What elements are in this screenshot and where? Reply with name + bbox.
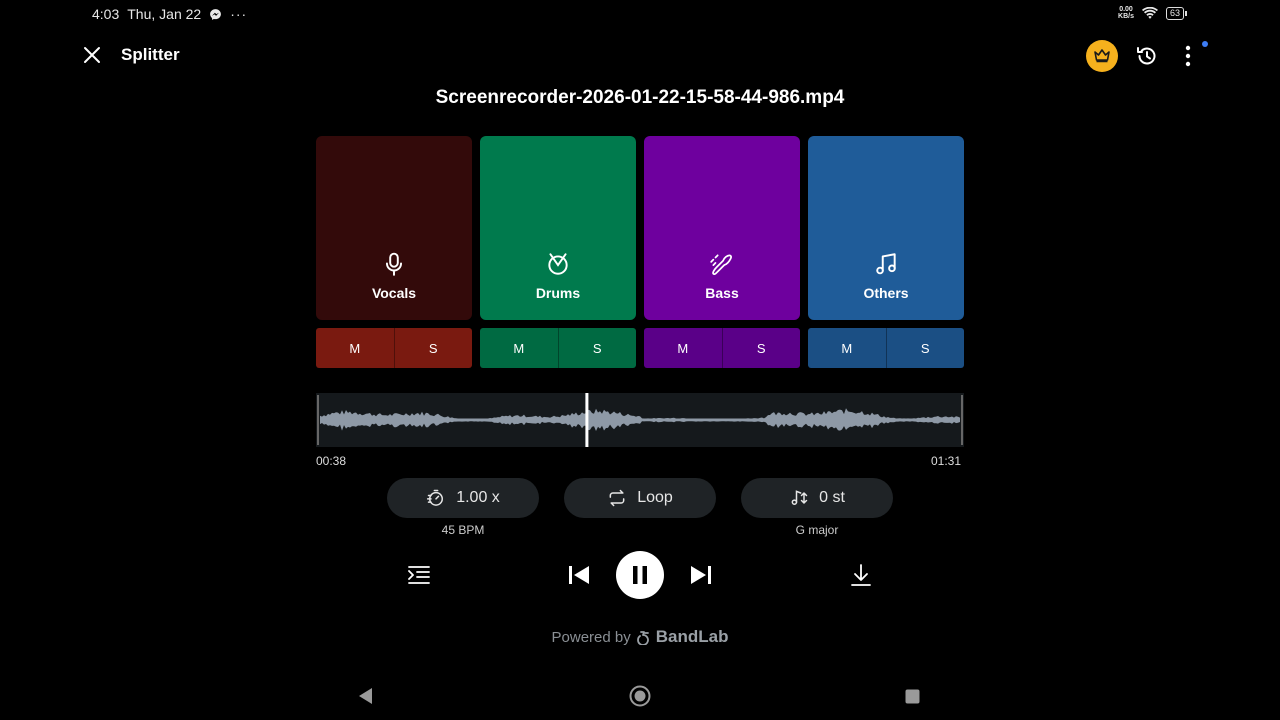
mute-button-drums[interactable]: M <box>480 328 558 368</box>
current-time: 00:38 <box>316 454 347 468</box>
premium-button[interactable] <box>1086 40 1118 72</box>
battery-icon: 63 <box>1165 6 1188 20</box>
home-circle-icon <box>629 685 651 707</box>
close-button[interactable] <box>80 43 104 67</box>
total-time: 01:31 <box>931 454 962 468</box>
messenger-icon <box>210 8 222 20</box>
pitch-button[interactable]: 0 st <box>741 478 893 518</box>
microphone-icon <box>385 252 403 276</box>
history-icon <box>1137 47 1156 65</box>
loop-icon <box>609 489 625 507</box>
waveform-path <box>320 408 960 431</box>
file-name: Screenrecorder-2026-01-22-15-58-44-986.m… <box>435 87 845 108</box>
mute-solo-vocals: M S <box>316 328 472 368</box>
mute-button-bass[interactable]: M <box>644 328 722 368</box>
guitar-icon <box>710 254 732 276</box>
net-speed: 0.00 KB/s <box>1118 6 1134 20</box>
mute-button-others[interactable]: M <box>808 328 886 368</box>
status-more: ··· <box>230 6 248 22</box>
status-bar-left: 4:03 Thu, Jan 22 ··· <box>92 6 247 22</box>
mute-solo-drums: M S <box>480 328 636 368</box>
stem-label: Bass <box>705 285 739 301</box>
history-button[interactable] <box>1133 42 1161 70</box>
skip-previous-icon <box>569 566 589 584</box>
loop-button[interactable]: Loop <box>564 478 716 518</box>
stem-card-drums[interactable]: Drums <box>480 136 636 320</box>
back-triangle-icon <box>359 688 372 704</box>
drum-icon <box>548 253 568 275</box>
status-bar-right: 0.00 KB/s 63 <box>1118 6 1188 20</box>
next-button[interactable] <box>687 561 715 589</box>
crown-icon <box>1094 49 1110 63</box>
pause-icon <box>633 566 647 584</box>
nav-recents-button[interactable] <box>905 689 920 709</box>
solo-button-drums[interactable]: S <box>557 328 637 368</box>
download-button[interactable] <box>847 561 875 589</box>
key-label: G major <box>795 523 839 537</box>
waveform <box>317 393 963 447</box>
download-icon <box>851 564 871 586</box>
notification-dot <box>1202 41 1208 47</box>
stem-label: Drums <box>535 285 581 301</box>
speed-button[interactable]: 1.00 x <box>387 478 539 518</box>
wifi-icon <box>1141 6 1158 19</box>
stem-card-vocals[interactable]: Vocals <box>316 136 472 320</box>
solo-button-vocals[interactable]: S <box>393 328 473 368</box>
queue-button[interactable] <box>405 561 433 589</box>
stem-card-bass[interactable]: Bass <box>644 136 800 320</box>
app-title: Splitter <box>121 45 180 64</box>
nav-back-button[interactable] <box>357 687 373 710</box>
bpm-label: 45 BPM <box>441 523 485 537</box>
stem-label: Vocals <box>371 285 417 301</box>
list-indent-icon <box>408 566 430 584</box>
more-options-button[interactable] <box>1178 42 1198 70</box>
speed-timer-icon <box>427 489 444 506</box>
recents-square-icon <box>905 689 920 704</box>
waveform-scrubber[interactable] <box>316 393 964 447</box>
stem-label: Others <box>863 285 909 301</box>
bandlab-icon <box>636 631 649 645</box>
solo-button-bass[interactable]: S <box>721 328 801 368</box>
more-vertical-icon <box>1185 45 1191 67</box>
pitch-value: 0 st <box>819 489 845 506</box>
mute-solo-bass: M S <box>644 328 800 368</box>
skip-next-icon <box>691 566 711 584</box>
speed-value: 1.00 x <box>456 489 500 506</box>
mute-solo-others: M S <box>808 328 964 368</box>
playhead[interactable] <box>585 393 589 447</box>
pause-button[interactable] <box>616 551 664 599</box>
close-icon <box>84 47 100 63</box>
music-note-icon <box>876 253 896 275</box>
previous-button[interactable] <box>565 561 593 589</box>
loop-label: Loop <box>637 489 673 506</box>
status-date: Thu, Jan 22 <box>127 6 202 22</box>
solo-button-others[interactable]: S <box>885 328 965 368</box>
status-time: 4:03 <box>92 6 120 22</box>
mute-button-vocals[interactable]: M <box>316 328 394 368</box>
stem-card-others[interactable]: Others <box>808 136 964 320</box>
powered-by-text: Powered by <box>551 628 631 646</box>
bandlab-logo: BandLab <box>636 627 728 647</box>
pitch-icon <box>791 490 808 505</box>
nav-home-button[interactable] <box>629 685 651 712</box>
powered-by: Powered by BandLab <box>0 627 1280 647</box>
